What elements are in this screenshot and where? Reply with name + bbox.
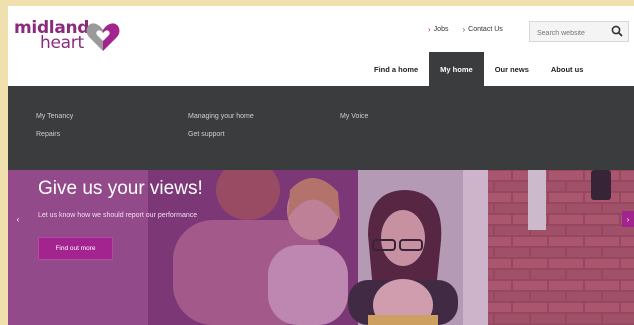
menu-item-repairs[interactable]: Repairs: [36, 131, 60, 138]
menu-item-get-support[interactable]: Get support: [188, 131, 225, 138]
carousel-next-button[interactable]: ›: [622, 211, 634, 227]
main-nav: Find a home My home Our news About us: [363, 52, 594, 86]
search-box: [529, 21, 629, 43]
menu-item-my-tenancy[interactable]: My Tenancy: [36, 113, 73, 120]
search-input[interactable]: [530, 24, 604, 43]
heart-logo-icon: [86, 23, 120, 51]
jobs-link[interactable]: › Jobs: [428, 25, 448, 34]
hero-banner: Give us your views! Let us know how we s…: [8, 170, 634, 325]
chevron-right-icon: ›: [626, 214, 630, 224]
utility-links: › Jobs › Contact Us: [428, 25, 503, 34]
browser-frame: midland heart › Jobs › Contact Us Search…: [8, 6, 634, 325]
search-icon[interactable]: [611, 25, 623, 37]
site-header: midland heart › Jobs › Contact Us Search…: [8, 6, 634, 86]
nav-about-us[interactable]: About us: [540, 52, 595, 86]
find-out-more-button[interactable]: Find out more: [38, 237, 113, 260]
chevron-left-icon: ‹: [16, 214, 20, 224]
hero-title: Give us your views!: [38, 178, 203, 199]
chevron-right-icon: ›: [428, 25, 431, 34]
nav-find-a-home[interactable]: Find a home: [363, 52, 429, 86]
nav-our-news[interactable]: Our news: [484, 52, 540, 86]
nav-my-home[interactable]: My home: [429, 52, 484, 86]
my-home-dropdown-menu: My Tenancy Repairs Managing your home Ge…: [8, 86, 634, 170]
contact-us-link-label: Contact Us: [468, 26, 503, 33]
jobs-link-label: Jobs: [433, 26, 449, 33]
menu-item-managing-your-home[interactable]: Managing your home: [188, 113, 254, 120]
menu-item-my-voice[interactable]: My Voice: [340, 113, 368, 120]
contact-us-link[interactable]: › Contact Us: [462, 25, 502, 34]
hero-subtitle: Let us know how we should report our per…: [38, 212, 198, 219]
chevron-right-icon: ›: [462, 25, 466, 34]
logo-text-line2: heart: [40, 33, 84, 53]
carousel-prev-button[interactable]: ‹: [12, 211, 24, 227]
